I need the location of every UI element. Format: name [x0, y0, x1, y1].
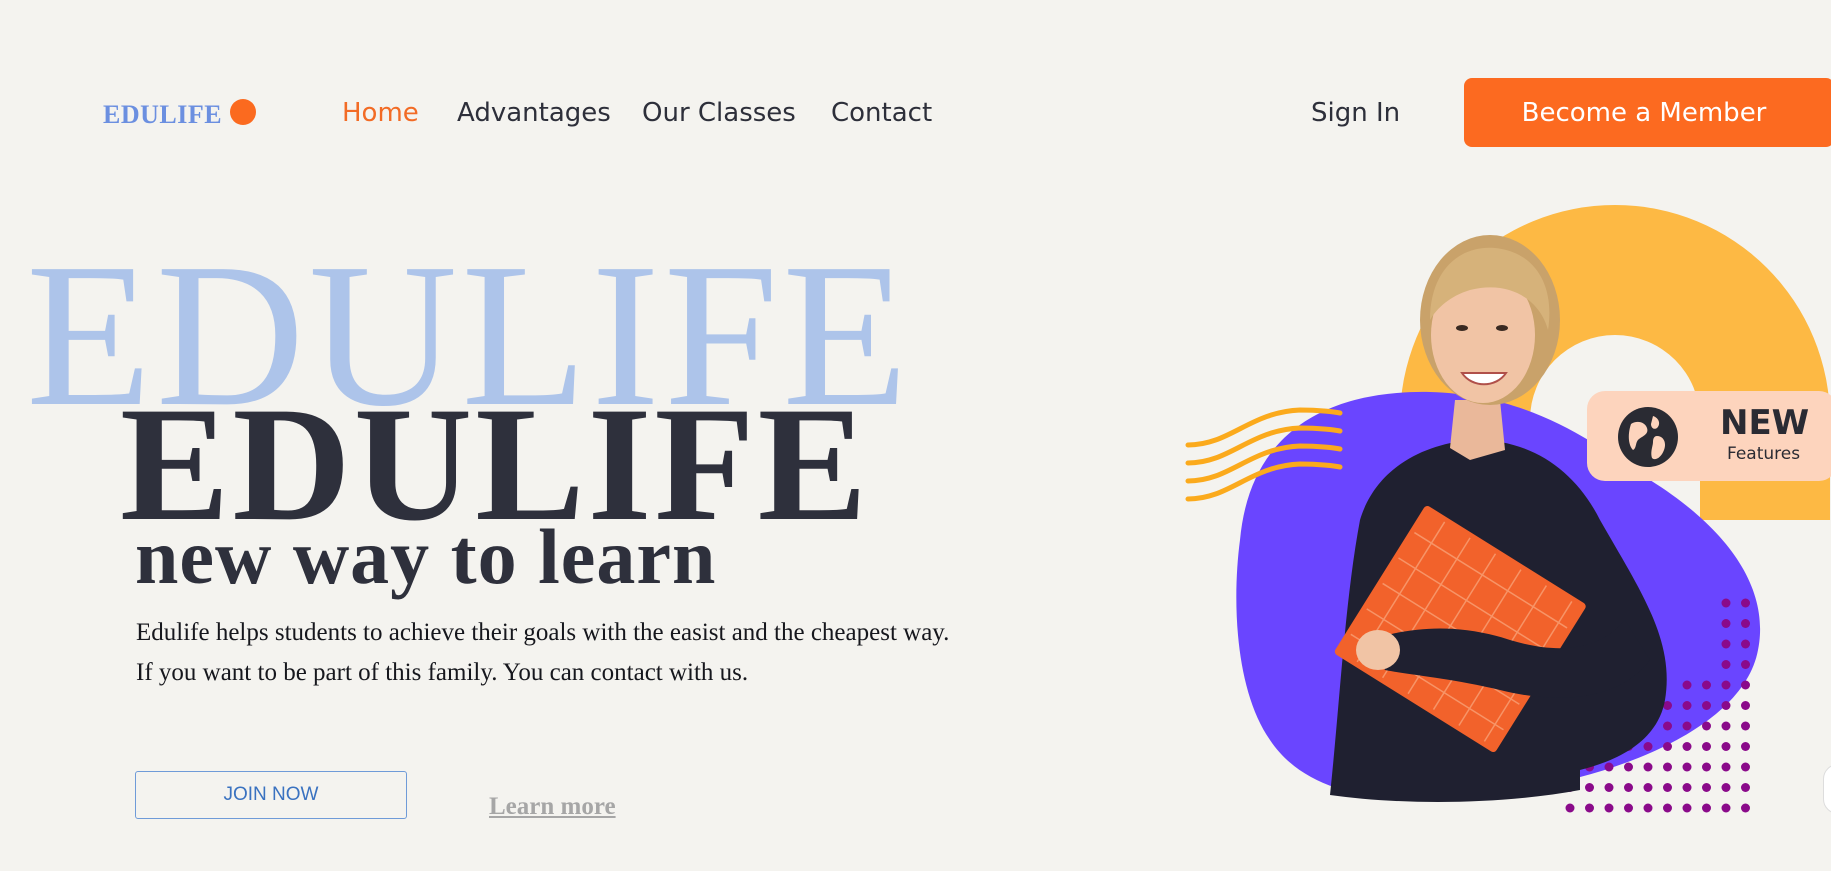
dot: [1643, 783, 1653, 792]
dot: [1702, 721, 1711, 731]
badge-title: NEW: [1720, 403, 1810, 443]
dot: [1604, 742, 1614, 751]
logo-text[interactable]: EDULIFE: [103, 100, 222, 130]
badge-subtitle: Features: [1727, 444, 1801, 464]
dot: [1624, 803, 1633, 813]
hero-description: Edulife helps students to achieve their …: [136, 613, 949, 693]
dot: [1721, 680, 1731, 690]
dot: [1643, 762, 1653, 772]
dot: [1682, 803, 1692, 813]
dot: [1741, 721, 1750, 731]
dot: [1604, 803, 1614, 813]
dot: [1643, 742, 1653, 751]
dot: [1721, 639, 1731, 649]
hero-tagline: new way to learn: [135, 513, 717, 600]
dot: [1565, 803, 1575, 813]
dot: [1682, 721, 1692, 731]
dot: [1604, 783, 1614, 792]
hero-description-line-2: If you want to be part of this family. Y…: [136, 659, 749, 686]
sign-in-link[interactable]: Sign In: [1311, 98, 1400, 128]
dot: [1721, 803, 1731, 813]
dot: [1643, 721, 1653, 731]
dot: [1741, 639, 1750, 649]
new-features-badge: NEW Features: [1587, 391, 1831, 481]
dot: [1702, 680, 1711, 690]
nav-item-home[interactable]: Home: [342, 98, 419, 128]
dot: [1682, 680, 1692, 690]
nav-item-our-classes[interactable]: Our Classes: [642, 98, 796, 128]
student-photo: [1330, 235, 1667, 802]
become-member-button[interactable]: Become a Member: [1464, 78, 1831, 147]
dot: [1721, 701, 1731, 710]
dot: [1741, 783, 1750, 792]
dot: [1741, 803, 1750, 813]
globe-icon: [1618, 407, 1678, 467]
dot: [1643, 701, 1653, 710]
dot: [1721, 783, 1731, 792]
join-now-button[interactable]: JOIN NOW: [135, 771, 407, 819]
dot: [1663, 721, 1672, 731]
scroll-handle[interactable]: [1823, 764, 1831, 814]
dot: [1565, 783, 1575, 792]
dot: [1663, 762, 1672, 772]
dot: [1702, 783, 1711, 792]
dot: [1663, 701, 1672, 710]
dot: [1663, 742, 1672, 751]
dot: [1624, 721, 1633, 731]
dot: [1604, 762, 1614, 772]
dot: [1624, 783, 1633, 792]
landing-page: EDULIFE Home Advantages Our Classes Cont…: [0, 0, 1831, 871]
dot: [1702, 742, 1711, 751]
dot: [1585, 803, 1594, 813]
dot: [1604, 721, 1614, 731]
dot: [1702, 762, 1711, 772]
dot: [1702, 803, 1711, 813]
nav-item-advantages[interactable]: Advantages: [457, 98, 611, 128]
nav-item-contact[interactable]: Contact: [831, 98, 932, 128]
hero-description-line-1: Edulife helps students to achieve their …: [136, 619, 950, 646]
wavy-lines-decoration: [1185, 407, 1343, 502]
logo-dot-icon: [230, 99, 256, 125]
dot: [1663, 803, 1672, 813]
dot: [1741, 680, 1750, 690]
dot: [1741, 762, 1750, 772]
dot: [1702, 701, 1711, 710]
dot: [1682, 783, 1692, 792]
dot: [1741, 742, 1750, 751]
dot: [1643, 803, 1653, 813]
dot: [1565, 742, 1575, 751]
dot: [1585, 783, 1594, 792]
dot: [1663, 783, 1672, 792]
dot: [1741, 660, 1750, 669]
dot: [1721, 742, 1731, 751]
dot: [1741, 598, 1750, 608]
dot: [1721, 619, 1731, 628]
dot: [1624, 762, 1633, 772]
dot: [1585, 762, 1594, 772]
dot: [1721, 598, 1731, 608]
dot: [1741, 619, 1750, 628]
dot: [1585, 742, 1594, 751]
dot: [1721, 721, 1731, 731]
dot: [1721, 762, 1731, 772]
dot-grid-decoration: [1565, 598, 1750, 813]
dot: [1682, 762, 1692, 772]
dot: [1741, 701, 1750, 710]
dot: [1721, 660, 1731, 669]
dot: [1565, 762, 1575, 772]
dot: [1624, 742, 1633, 751]
learn-more-link[interactable]: Learn more: [489, 793, 616, 821]
dot: [1682, 742, 1692, 751]
dot: [1682, 701, 1692, 710]
